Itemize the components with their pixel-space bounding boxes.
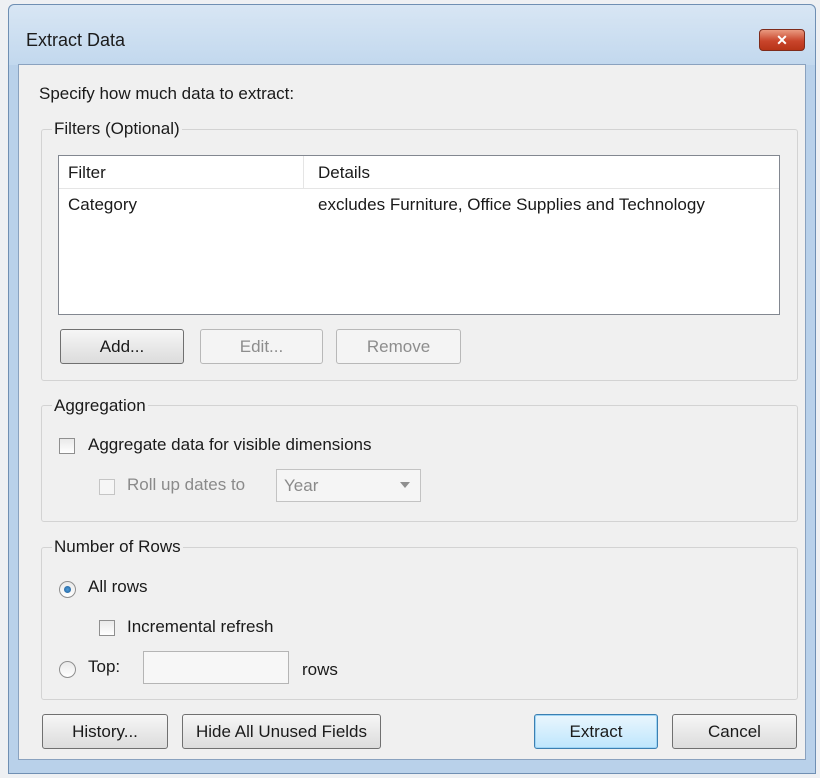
extract-data-dialog: Extract Data ✕ Specify how much data to …: [8, 4, 816, 774]
hide-all-unused-fields-button[interactable]: Hide All Unused Fields: [182, 714, 381, 749]
edit-filter-button[interactable]: Edit...: [200, 329, 323, 364]
close-icon: ✕: [776, 32, 788, 48]
all-rows-radio[interactable]: [59, 581, 76, 598]
add-filter-button[interactable]: Add...: [60, 329, 184, 364]
chevron-down-icon: [400, 482, 410, 488]
top-rows-input[interactable]: [143, 651, 289, 684]
radio-selected-dot: [64, 586, 71, 593]
history-button[interactable]: History...: [42, 714, 168, 749]
aggregation-group: [41, 405, 798, 522]
aggregate-checkbox[interactable]: [59, 438, 75, 454]
incremental-refresh-label[interactable]: Incremental refresh: [127, 617, 273, 637]
intro-text: Specify how much data to extract:: [39, 84, 295, 103]
rows-suffix-label: rows: [302, 660, 338, 679]
aggregation-legend: Aggregation: [52, 396, 148, 416]
rollup-dates-checkbox[interactable]: [99, 479, 115, 495]
aggregate-label[interactable]: Aggregate data for visible dimensions: [88, 435, 372, 455]
incremental-refresh-checkbox[interactable]: [99, 620, 115, 636]
table-row[interactable]: Category excludes Furniture, Office Supp…: [59, 190, 779, 220]
rollup-dates-label[interactable]: Roll up dates to: [127, 475, 245, 495]
top-rows-label[interactable]: Top:: [88, 657, 120, 677]
filter-cell: Category: [68, 195, 137, 214]
rollup-period-select[interactable]: Year: [276, 469, 421, 502]
column-header-details[interactable]: Details: [304, 156, 779, 189]
details-cell: excludes Furniture, Office Supplies and …: [318, 195, 705, 214]
number-of-rows-legend: Number of Rows: [52, 537, 183, 557]
remove-filter-button[interactable]: Remove: [336, 329, 461, 364]
top-rows-radio[interactable]: [59, 661, 76, 678]
column-header-filter[interactable]: Filter: [59, 156, 304, 189]
close-button[interactable]: ✕: [759, 29, 805, 51]
dialog-body: Specify how much data to extract: Filter…: [18, 64, 806, 760]
column-header-filter-label: Filter: [68, 163, 106, 182]
extract-button[interactable]: Extract: [534, 714, 658, 749]
all-rows-label[interactable]: All rows: [88, 577, 148, 597]
rollup-period-value: Year: [284, 476, 319, 495]
cancel-button[interactable]: Cancel: [672, 714, 797, 749]
dialog-title: Extract Data: [26, 30, 126, 50]
filters-table[interactable]: Filter Details Category excludes Furnitu…: [58, 155, 780, 315]
title-bar[interactable]: Extract Data ✕: [9, 5, 815, 65]
filters-legend: Filters (Optional): [52, 119, 182, 139]
column-header-details-label: Details: [318, 163, 370, 182]
